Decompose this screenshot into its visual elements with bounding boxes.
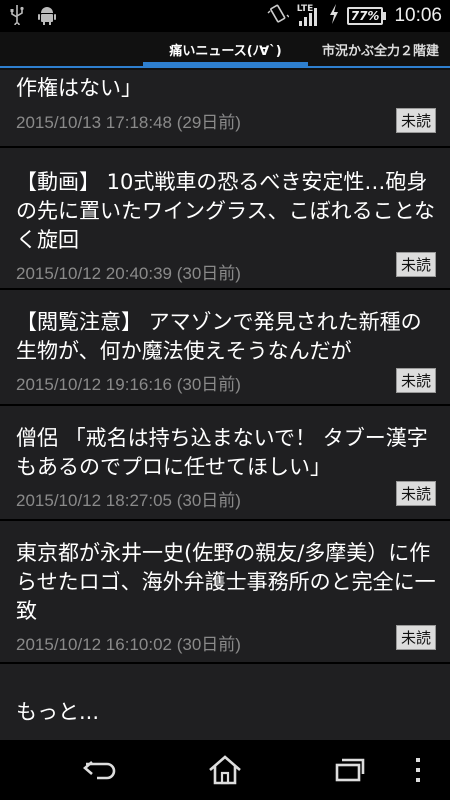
article-date: 2015/10/12 19:16:16 (30日前) (16, 375, 241, 394)
load-more-button[interactable]: もっと... (0, 664, 450, 740)
unread-badge: 未読 (395, 368, 436, 393)
charging-icon (329, 4, 339, 28)
unread-badge: 未読 (395, 481, 436, 506)
recent-apps-icon[interactable] (330, 752, 370, 788)
article-date: 2015/10/12 16:10:02 (30日前) (16, 635, 241, 654)
article-title: 【動画】 10式戦車の恐るべき安定性…砲身の先に置いたワイングラス、こぼれること… (16, 170, 435, 252)
battery-tip (383, 12, 387, 20)
tab-indicator (143, 62, 308, 68)
unread-badge: 未読 (395, 108, 436, 133)
article-title: 作権はない」 (16, 76, 142, 100)
android-icon (38, 5, 56, 29)
clock: 10:06 (394, 5, 442, 26)
list-item[interactable]: 東京都が永井一史(佐野の親友/多摩美）に作らせたロゴ、海外弁護士事務所のと完全に… (0, 521, 450, 664)
article-title: 東京都が永井一史(佐野の親友/多摩美）に作らせたロゴ、海外弁護士事務所のと完全に… (16, 541, 436, 623)
article-list[interactable]: 作権はない」 2015/10/13 17:18:48 (29日前) 未読 【動画… (0, 70, 450, 740)
article-date: 2015/10/13 17:18:48 (29日前) (16, 113, 241, 132)
status-bar: LTE 77% 10:06 (0, 0, 450, 32)
battery-indicator: 77% (346, 7, 387, 25)
vibrate-icon (267, 3, 290, 29)
unread-badge: 未読 (395, 625, 436, 650)
battery-level: 77% (346, 7, 384, 25)
list-item[interactable]: 作権はない」 2015/10/13 17:18:48 (29日前) 未読 (0, 70, 450, 148)
navigation-bar (0, 740, 450, 800)
article-title: 僧侶 「戒名は持ち込まないで！ タブー漢字もあるのでプロに任せてほしい」 (16, 426, 428, 479)
article-date: 2015/10/12 20:40:39 (30日前) (16, 264, 241, 283)
overflow-menu-icon[interactable] (408, 752, 428, 788)
home-icon[interactable] (205, 752, 245, 788)
tab-bar: 痛いニュース(ﾉ∀`) 市況かぶ全力２階建 (0, 32, 450, 70)
tab-shikyo-kabu[interactable]: 市況かぶ全力２階建 (322, 40, 439, 59)
list-item[interactable]: 【閲覧注意】 アマゾンで発見された新種の生物が、何か魔法使えそうなんだが 201… (0, 290, 450, 406)
list-item[interactable]: 【動画】 10式戦車の恐るべき安定性…砲身の先に置いたワイングラス、こぼれること… (0, 148, 450, 290)
usb-icon (10, 5, 24, 29)
unread-badge: 未読 (395, 252, 436, 277)
article-title: 【閲覧注意】 アマゾンで発見された新種の生物が、何か魔法使えそうなんだが (16, 310, 422, 363)
back-icon[interactable] (80, 752, 120, 788)
list-item[interactable]: 僧侶 「戒名は持ち込まないで！ タブー漢字もあるのでプロに任せてほしい」 201… (0, 406, 450, 521)
article-date: 2015/10/12 18:27:05 (30日前) (16, 491, 241, 510)
tab-itai-news[interactable]: 痛いニュース(ﾉ∀`) (143, 40, 308, 59)
signal-icon: LTE (297, 4, 321, 27)
